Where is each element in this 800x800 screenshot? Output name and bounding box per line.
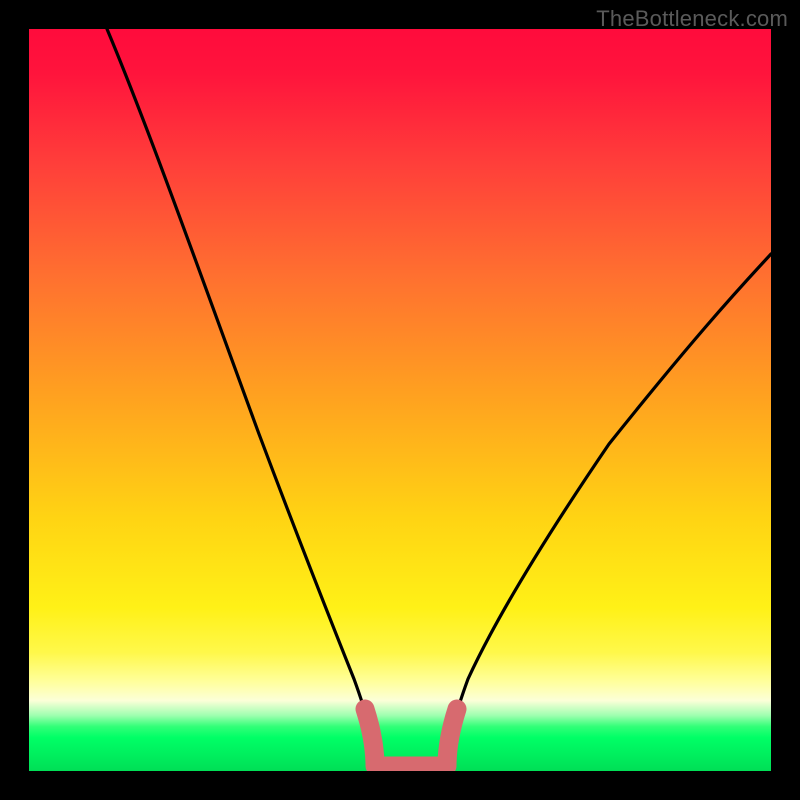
curve-path: [107, 29, 771, 766]
plot-area: [29, 29, 771, 771]
highlight-path: [365, 709, 457, 766]
watermark-text: TheBottleneck.com: [596, 6, 788, 32]
bottleneck-curve: [29, 29, 771, 771]
outer-frame: TheBottleneck.com: [0, 0, 800, 800]
